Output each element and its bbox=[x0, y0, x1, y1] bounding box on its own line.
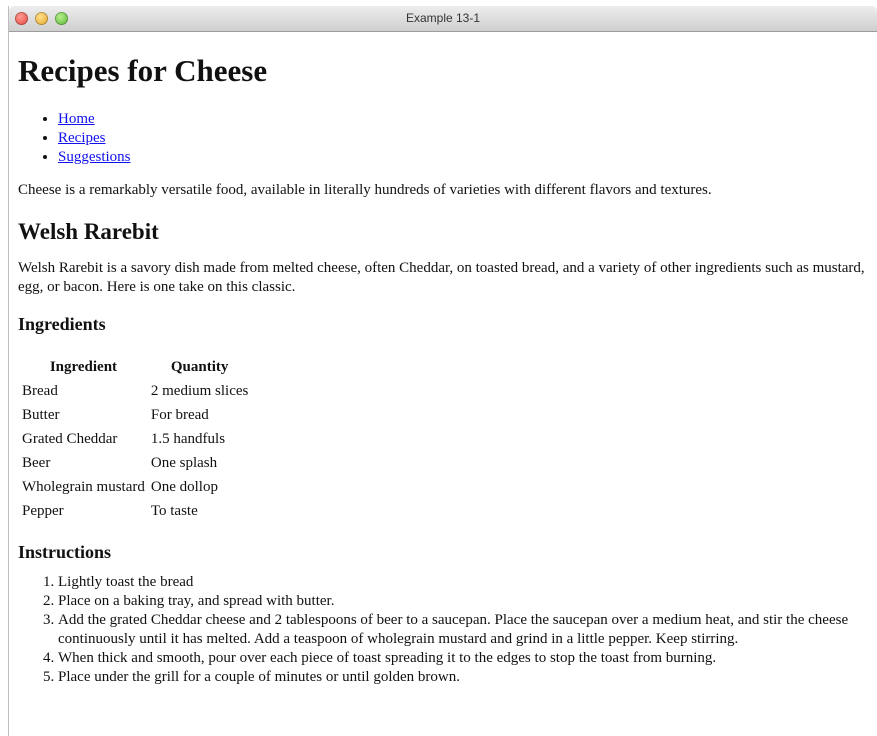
quantity-cell: 1.5 handfuls bbox=[150, 431, 226, 447]
quantity-cell: For bread bbox=[150, 407, 209, 423]
home-link[interactable]: Home bbox=[58, 111, 95, 127]
page-content: Recipes for Cheese Home Recipes Suggesti… bbox=[9, 53, 877, 687]
ingredient-cell: Pepper bbox=[22, 503, 64, 519]
instruction-step: Add the grated Cheddar cheese and 2 tabl… bbox=[58, 611, 869, 649]
nav-list: Home Recipes Suggestions bbox=[18, 110, 869, 167]
ingredients-heading: Ingredients bbox=[18, 314, 106, 334]
ingredient-cell: Grated Cheddar bbox=[22, 431, 118, 447]
ingredient-cell: Beer bbox=[22, 455, 51, 471]
browser-window: Example 13-1 Recipes for Cheese Home Rec… bbox=[8, 6, 877, 736]
instruction-step: Lightly toast the bread bbox=[58, 573, 869, 592]
recipe-description: Welsh Rarebit is a savory dish made from… bbox=[18, 260, 865, 295]
table-header-row: Ingredient Quantity bbox=[20, 357, 250, 379]
instruction-step: Place under the grill for a couple of mi… bbox=[58, 668, 869, 687]
table-row: Grated Cheddar 1.5 handfuls bbox=[20, 429, 250, 451]
page-title: Recipes for Cheese bbox=[18, 53, 268, 88]
title-bar[interactable]: Example 13-1 bbox=[9, 6, 877, 32]
nav-item-recipes: Recipes bbox=[58, 129, 869, 148]
quantity-cell: One splash bbox=[150, 455, 218, 471]
nav-item-home: Home bbox=[58, 110, 869, 129]
quantity-cell: To taste bbox=[150, 503, 198, 519]
column-header-ingredient: Ingredient bbox=[49, 359, 118, 375]
intro-paragraph: Cheese is a remarkably versatile food, a… bbox=[18, 182, 712, 198]
instruction-step: Place on a baking tray, and spread with … bbox=[58, 592, 869, 611]
ingredient-cell: Wholegrain mustard bbox=[22, 479, 145, 495]
ingredients-table: Ingredient Quantity Bread 2 medium slice… bbox=[18, 355, 252, 525]
instruction-step: When thick and smooth, pour over each pi… bbox=[58, 649, 869, 668]
nav-item-suggestions: Suggestions bbox=[58, 148, 869, 167]
table-row: Bread 2 medium slices bbox=[20, 381, 250, 403]
ingredient-cell: Butter bbox=[22, 407, 60, 423]
table-row: Wholegrain mustard One dollop bbox=[20, 477, 250, 499]
table-row: Pepper To taste bbox=[20, 501, 250, 523]
recipes-link[interactable]: Recipes bbox=[58, 130, 105, 146]
quantity-cell: 2 medium slices bbox=[150, 383, 249, 399]
table-row: Beer One splash bbox=[20, 453, 250, 475]
table-row: Butter For bread bbox=[20, 405, 250, 427]
ingredient-cell: Bread bbox=[22, 383, 58, 399]
window-title: Example 13-1 bbox=[405, 11, 481, 25]
quantity-cell: One dollop bbox=[150, 479, 218, 495]
column-header-quantity: Quantity bbox=[170, 359, 229, 375]
recipe-title: Welsh Rarebit bbox=[18, 219, 159, 244]
instructions-heading: Instructions bbox=[18, 542, 112, 562]
suggestions-link[interactable]: Suggestions bbox=[58, 149, 131, 165]
instructions-list: Lightly toast the bread Place on a bakin… bbox=[18, 573, 869, 687]
